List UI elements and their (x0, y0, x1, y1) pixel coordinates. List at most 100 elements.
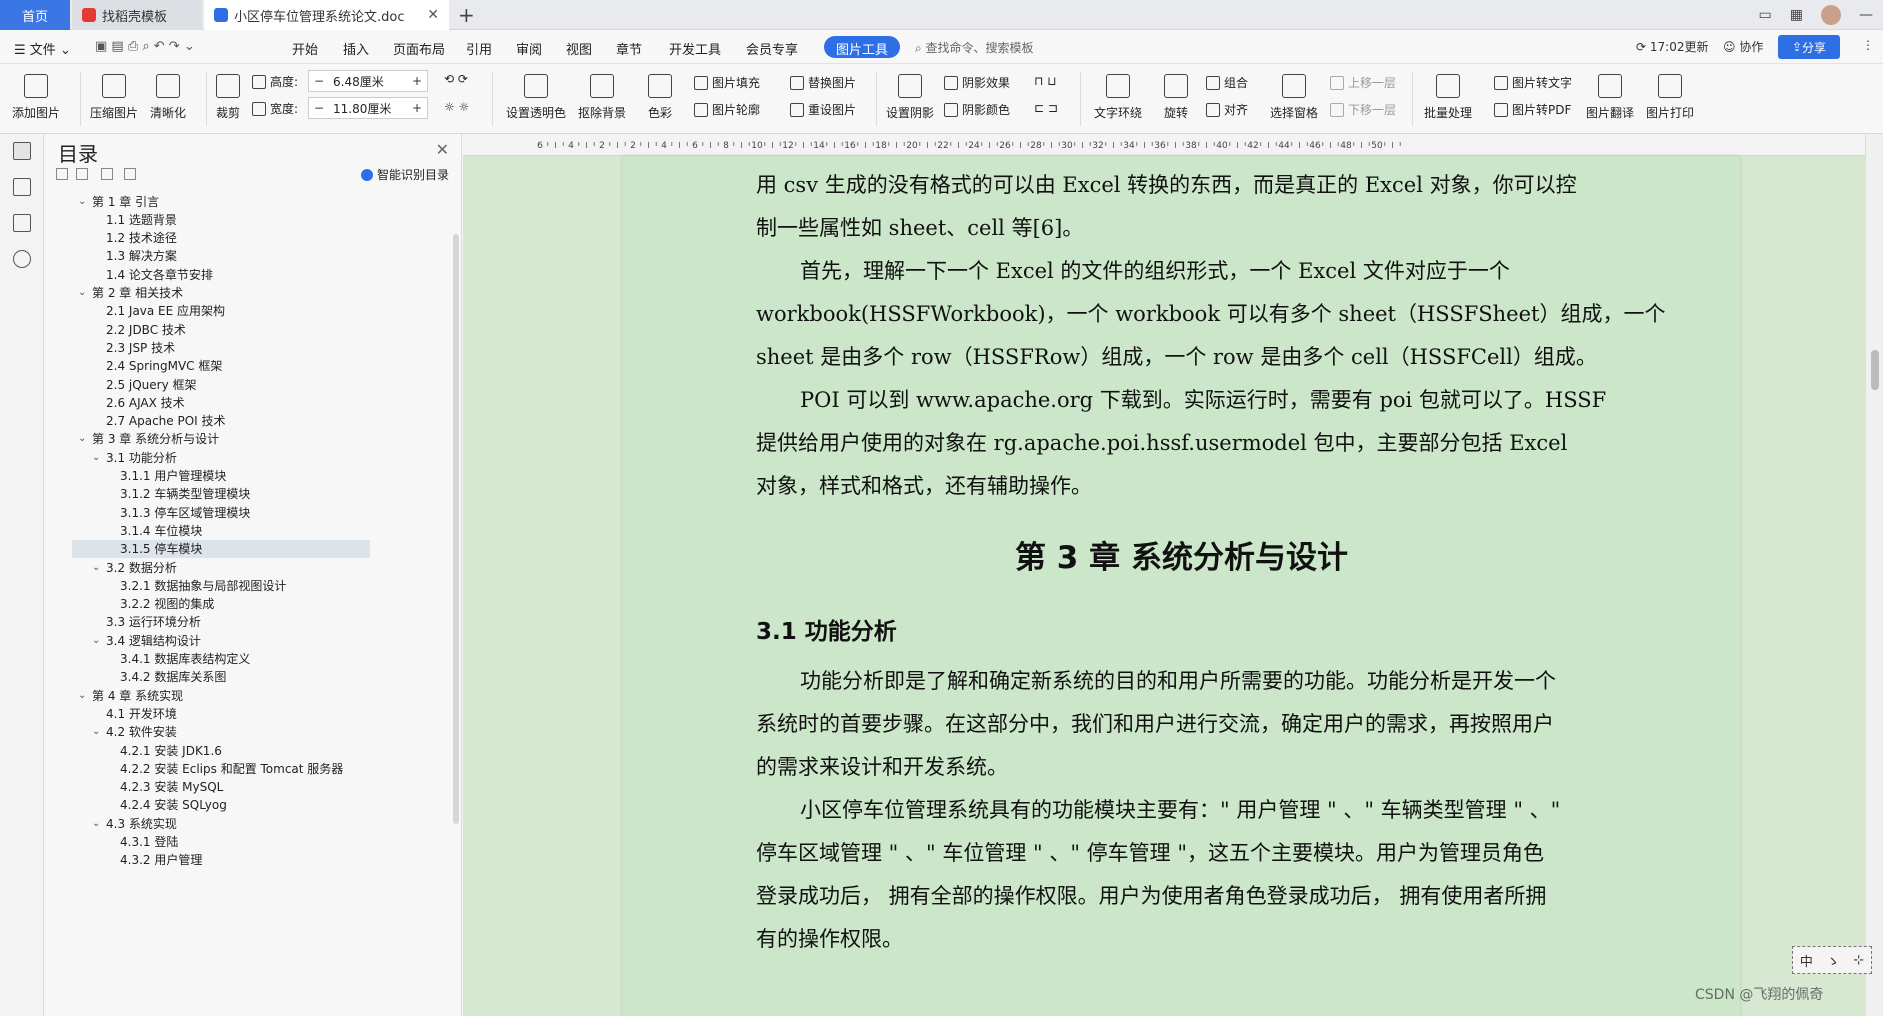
toc-item[interactable]: 1.4 论文各章节安排 (72, 265, 370, 283)
menu-developer[interactable]: 开发工具 (669, 39, 721, 58)
layout-icon[interactable]: ▭ (1759, 7, 1772, 23)
width-decrease[interactable]: − (309, 101, 329, 115)
bookmark-icon[interactable] (13, 214, 31, 232)
reset-picture-button[interactable]: 重设图片 (790, 101, 856, 118)
close-icon[interactable]: ✕ (436, 140, 449, 159)
height-decrease[interactable]: − (309, 74, 329, 88)
toc-item[interactable]: 3.2.2 视图的集成 (72, 595, 370, 613)
toc-item[interactable]: 3.2.1 数据抽象与局部视图设计 (72, 576, 370, 594)
remove-heading-icon[interactable] (124, 168, 136, 180)
avatar[interactable] (1821, 5, 1841, 25)
toc-item[interactable]: 3.1.5 停车模块 (72, 539, 370, 558)
toc-view-icon[interactable] (13, 142, 31, 160)
picture-to-pdf-button[interactable]: 图片转PDF (1494, 101, 1571, 118)
toc-item[interactable]: ⌄ 第 4 章 系统实现 (72, 686, 370, 704)
rotate-button[interactable]: 旋转 (1164, 74, 1188, 121)
toc-item[interactable]: 1.3 解决方案 (72, 247, 370, 265)
crop-button[interactable]: 裁剪 (216, 74, 240, 121)
toc-item[interactable]: 2.4 SpringMVC 框架 (72, 357, 370, 375)
chevron-down-icon[interactable]: ⌄ (92, 818, 106, 829)
width-increase[interactable]: + (407, 101, 427, 115)
send-backward-button[interactable]: 下移一层 (1330, 101, 1396, 118)
tab-document[interactable]: 小区停车位管理系统论文.doc ✕ (204, 0, 449, 30)
menu-page-layout[interactable]: 页面布局 (393, 39, 445, 58)
add-heading-icon[interactable] (101, 168, 113, 180)
toc-item[interactable]: 4.2.1 安装 JDK1.6 (72, 741, 370, 759)
toc-item[interactable]: 1.2 技术途径 (72, 229, 370, 247)
chevron-down-icon[interactable]: ⌄ (92, 562, 106, 573)
toc-item[interactable]: ⌄ 3.4 逻辑结构设计 (72, 631, 370, 649)
update-status[interactable]: ⟳ 17:02更新 (1636, 38, 1708, 55)
toc-item[interactable]: 4.3.1 登陆 (72, 833, 370, 851)
align-button[interactable]: 对齐 (1206, 101, 1248, 118)
toc-item[interactable]: 4.1 开发环境 (72, 704, 370, 722)
toc-item[interactable]: 4.2.4 安装 SQLyog (72, 796, 370, 814)
chevron-down-icon[interactable]: ⌄ (78, 287, 92, 298)
selection-pane-button[interactable]: 选择窗格 (1270, 74, 1318, 121)
toc-item[interactable]: 2.1 Java EE 应用架构 (72, 302, 370, 320)
toc-item[interactable]: 3.1.3 停车区域管理模块 (72, 503, 370, 521)
toc-item[interactable]: 4.3.2 用户管理 (72, 851, 370, 869)
set-transparent-button[interactable]: 设置透明色 (506, 74, 566, 121)
tab-templates[interactable]: 找稻壳模板 (72, 0, 202, 30)
vertical-scrollbar[interactable] (1865, 134, 1883, 1016)
chevron-down-icon[interactable]: ⌄ (78, 433, 92, 444)
menu-file[interactable]: ☰ 文件 ⌄ (14, 39, 71, 58)
search-icon[interactable] (13, 250, 31, 268)
toc-item[interactable]: 1.1 选题背景 (72, 210, 370, 228)
toc-item[interactable]: 2.7 Apache POI 技术 (72, 412, 370, 430)
toc-item[interactable]: ⌄ 第 3 章 系统分析与设计 (72, 430, 370, 448)
picture-fill-button[interactable]: 图片填充 (694, 74, 760, 91)
toc-scrollbar[interactable] (453, 234, 459, 824)
share-button[interactable]: ⇪ 分享 (1778, 35, 1840, 59)
toc-item[interactable]: ⌄ 第 2 章 相关技术 (72, 284, 370, 302)
toc-item[interactable]: 3.1.1 用户管理模块 (72, 467, 370, 485)
toc-item[interactable]: 3.1.2 车辆类型管理模块 (72, 485, 370, 503)
chevron-down-icon[interactable]: ⌄ (92, 635, 106, 646)
menu-picture-tools[interactable]: 图片工具 (824, 36, 901, 58)
batch-process-button[interactable]: 批量处理 (1424, 74, 1472, 121)
lock-ratio-icon[interactable]: ⟲ ⟳ (444, 72, 468, 86)
add-picture-button[interactable]: 添加图片 (12, 74, 60, 121)
set-shadow-button[interactable]: 设置阴影 (886, 74, 934, 121)
menu-insert[interactable]: 插入 (343, 39, 369, 58)
menu-review[interactable]: 审阅 (516, 39, 542, 58)
menu-chapter[interactable]: 章节 (616, 39, 642, 58)
toc-item[interactable]: 4.2.2 安装 Eclips 和配置 Tomcat 服务器 (72, 759, 370, 777)
chevron-down-icon[interactable]: ⌄ (92, 452, 106, 463)
picture-print-button[interactable]: 图片打印 (1646, 74, 1694, 121)
color-button[interactable]: 色彩 (648, 74, 672, 121)
toc-item[interactable]: 3.1.4 车位模块 (72, 521, 370, 539)
toc-item[interactable]: 2.5 jQuery 框架 (72, 375, 370, 393)
horizontal-ruler[interactable]: 6 4 2 2 4 6 8 10 12 14 16 18 20 22 24 26 28 30 32 34 36 38 40 4… (463, 134, 1865, 156)
toc-item[interactable]: ⌄ 3.1 功能分析 (72, 448, 370, 466)
chevron-down-icon[interactable]: ⌄ (92, 726, 106, 737)
picture-outline-button[interactable]: 图片轮廓 (694, 101, 760, 118)
toc-item[interactable]: ⌄ 4.2 软件安装 (72, 723, 370, 741)
toc-item[interactable]: ⌄ 4.3 系统实现 (72, 814, 370, 832)
text-wrap-button[interactable]: 文字环绕 (1094, 74, 1142, 121)
more-icon[interactable]: ⋮ (1862, 38, 1874, 52)
reset-size-icon[interactable]: ☼ ☼ (444, 100, 469, 114)
toc-item[interactable]: 4.2.3 安装 MySQL (72, 778, 370, 796)
replace-picture-button[interactable]: 替换图片 (790, 74, 856, 91)
close-icon[interactable]: ✕ (427, 7, 439, 23)
tab-home[interactable]: 首页 (0, 0, 70, 30)
menu-references[interactable]: 引用 (466, 39, 492, 58)
chevron-down-icon[interactable]: ⌄ (78, 196, 92, 207)
toc-item[interactable]: 2.3 JSP 技术 (72, 338, 370, 356)
scrollbar-thumb[interactable] (1871, 350, 1879, 390)
compress-picture-button[interactable]: 压缩图片 (90, 74, 138, 121)
menu-home[interactable]: 开始 (292, 39, 318, 58)
minimize-icon[interactable]: — (1859, 7, 1873, 23)
shadow-offset-icons[interactable]: ⊓ ⊔ (1034, 74, 1057, 88)
remove-background-button[interactable]: 抠除背景 (578, 74, 626, 121)
command-search[interactable]: ⌕ 查找命令、搜索模板 (915, 39, 1034, 56)
collapse-all-icon[interactable] (56, 168, 68, 180)
document-page[interactable]: 用 csv 生成的没有格式的可以由 Excel 转换的东西，而是真正的 Exce… (623, 156, 1740, 1016)
height-increase[interactable]: + (407, 74, 427, 88)
toc-item[interactable]: 3.4.1 数据库表结构定义 (72, 650, 370, 668)
shadow-color-button[interactable]: 阴影颜色 (944, 101, 1010, 118)
toc-item[interactable]: ⌄ 第 1 章 引言 (72, 192, 370, 210)
expand-all-icon[interactable] (76, 168, 88, 180)
